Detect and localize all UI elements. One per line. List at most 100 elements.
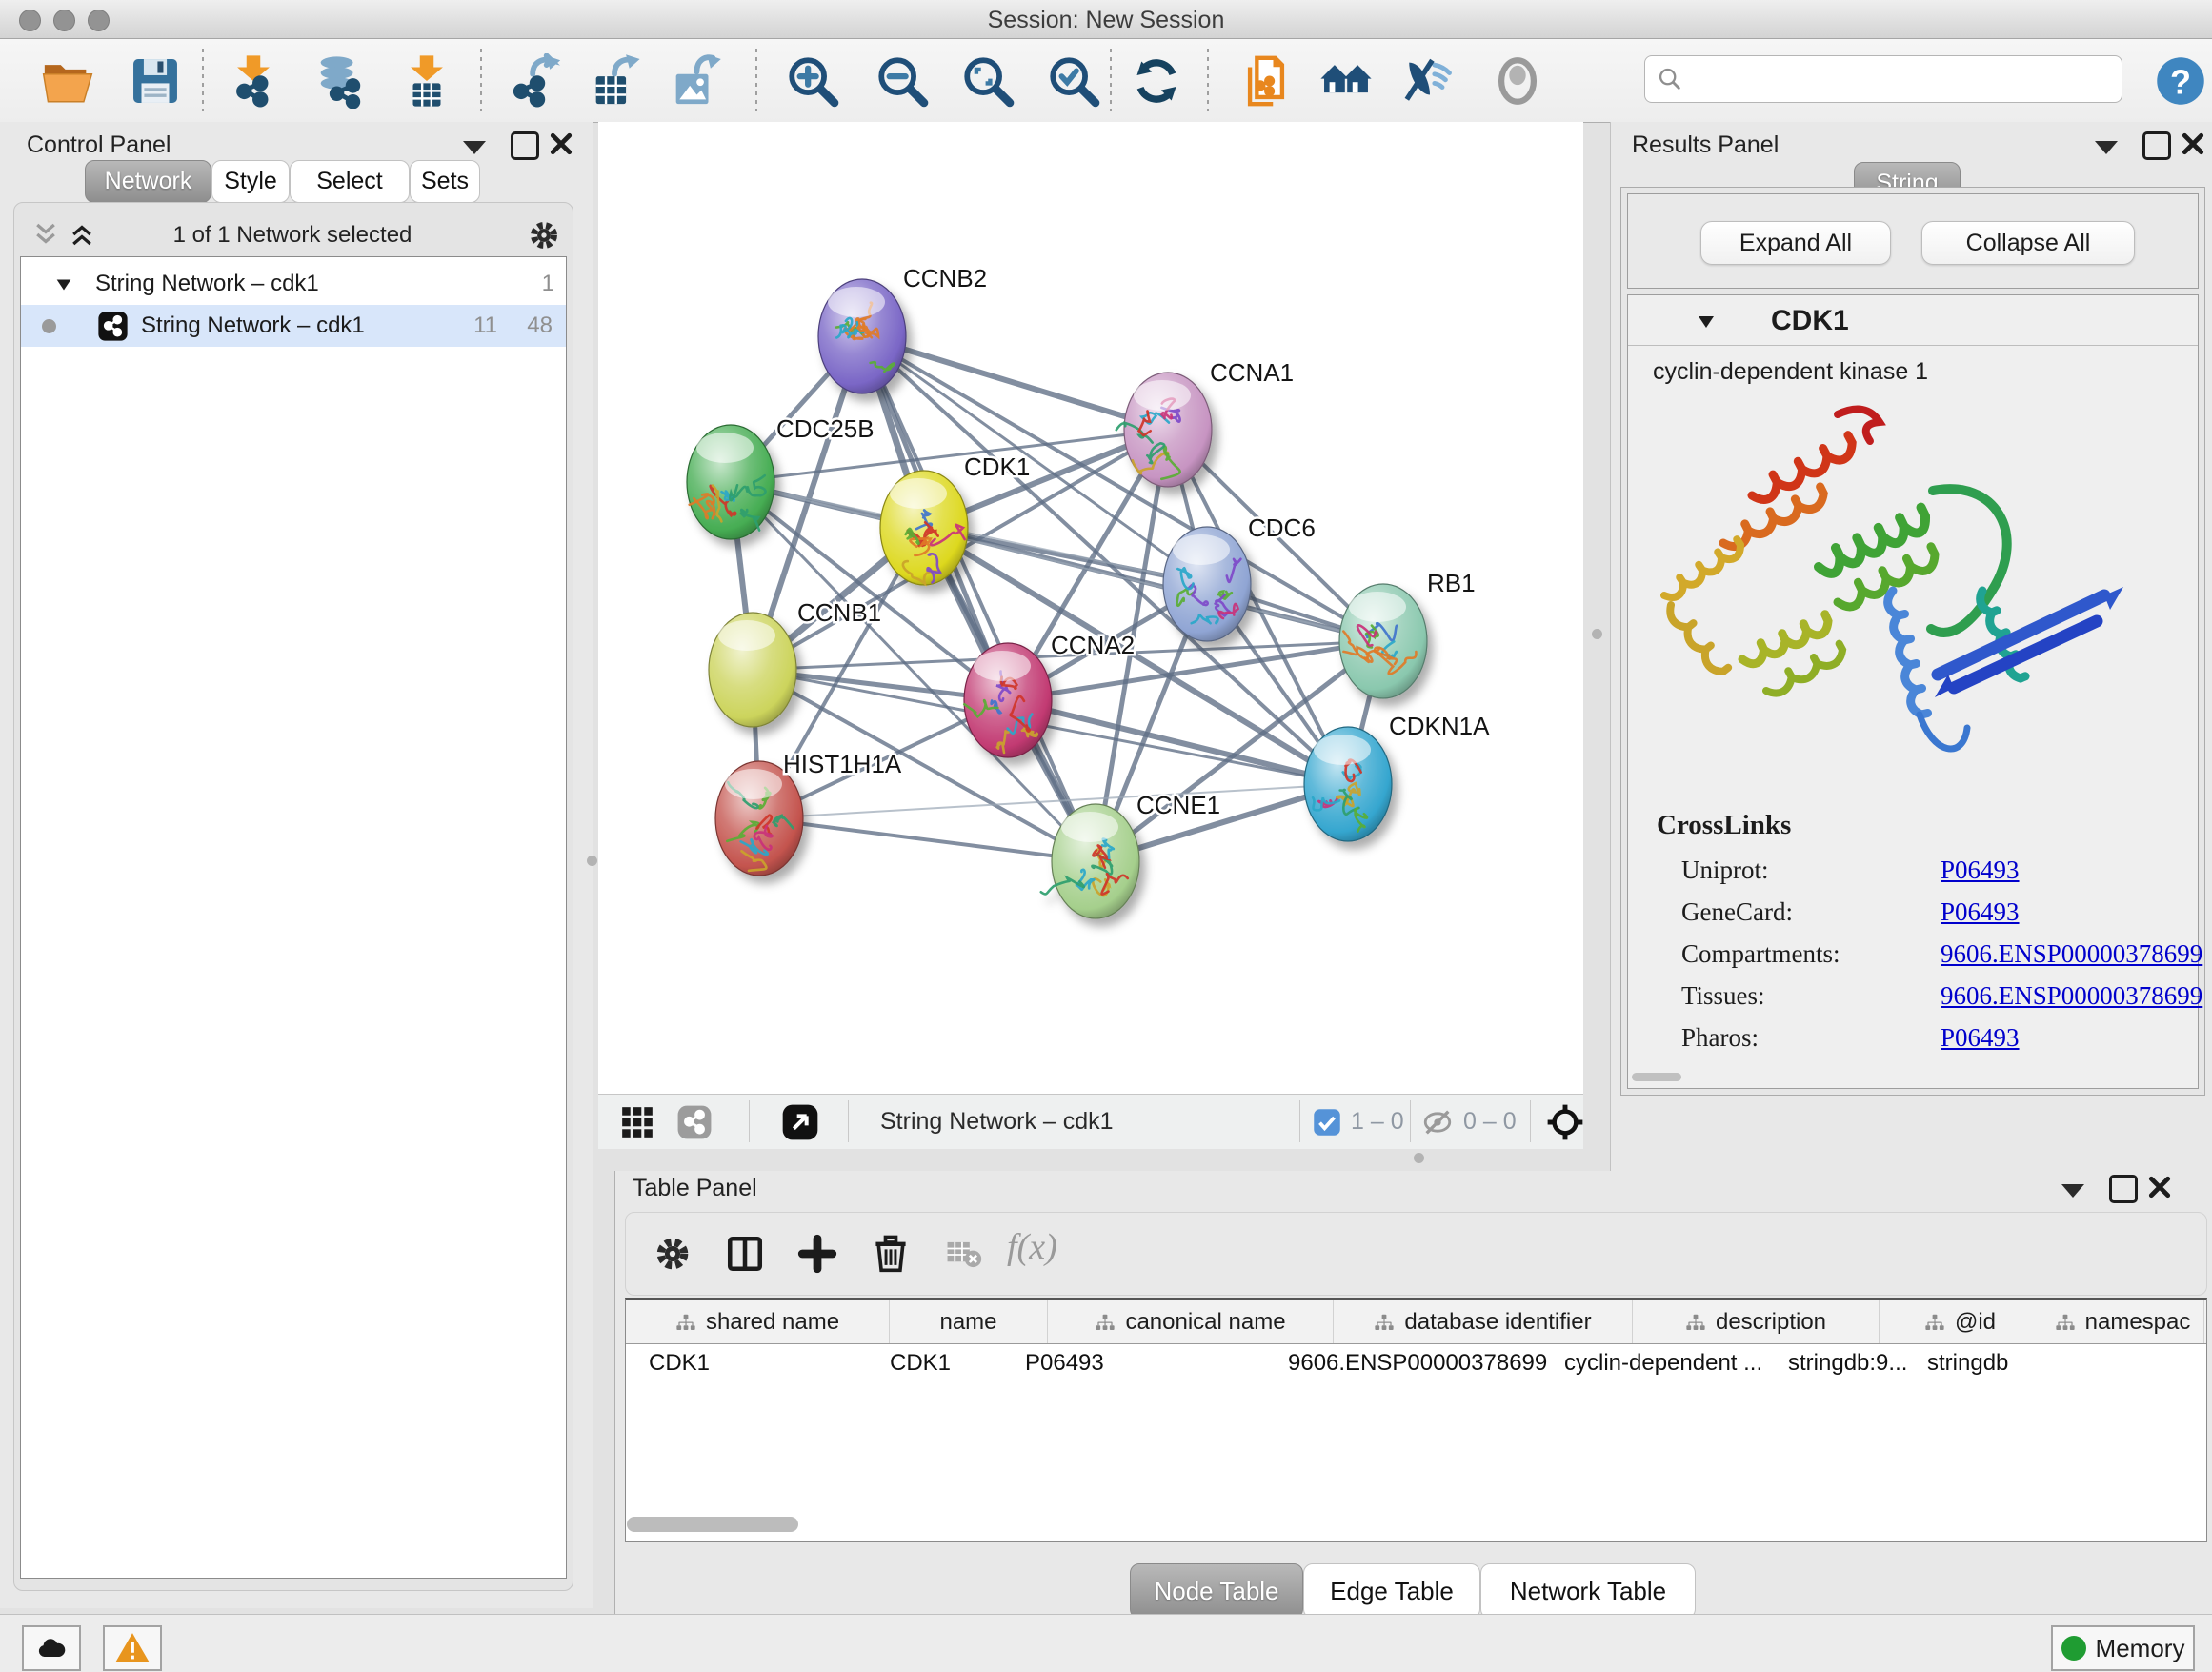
column-header-description[interactable]: description: [1633, 1300, 1880, 1343]
column-header-namespac[interactable]: namespac: [2041, 1300, 2204, 1343]
birdseye-grid-icon[interactable]: [619, 1104, 655, 1140]
splitter-handle[interactable]: [587, 856, 597, 866]
splitter-handle[interactable]: [1414, 1153, 1424, 1163]
table-cell[interactable]: CDK1: [867, 1344, 1002, 1386]
network-node-CDKN1A[interactable]: [1304, 727, 1392, 841]
export-table-icon[interactable]: [587, 53, 642, 109]
network-node-HIST1H1A[interactable]: [715, 761, 803, 876]
network-canvas[interactable]: CCNB2CCNA1CDC25BCDK1CDC6RB1CCNB1CCNA2CDK…: [598, 122, 1583, 1094]
table-cell[interactable]: stringdb:9...: [1765, 1344, 1904, 1386]
crosslink-link[interactable]: 9606.ENSP00000378699: [1941, 939, 2202, 969]
gear-icon[interactable]: [527, 218, 561, 252]
network-view-toolbar: String Network – cdk1 1 – 0 0 – 0: [598, 1094, 1583, 1149]
share-icon[interactable]: [676, 1104, 713, 1140]
zoom-selected-icon[interactable]: [1046, 53, 1101, 109]
zoom-in-icon[interactable]: [785, 53, 840, 109]
network-node-CDC25B[interactable]: [687, 425, 774, 539]
crosslink-link[interactable]: P06493: [1941, 897, 2020, 927]
network-node-CCNB2[interactable]: [818, 279, 906, 393]
maximize-panel-icon[interactable]: [2142, 131, 2171, 160]
collapse-all-button[interactable]: Collapse All: [1921, 221, 2135, 265]
table-cell[interactable]: CDK1: [626, 1344, 867, 1386]
float-panel-icon[interactable]: [463, 141, 486, 154]
hide-graphics-icon[interactable]: [1402, 53, 1458, 109]
open-view-icon[interactable]: [781, 1103, 819, 1141]
float-panel-icon[interactable]: [2095, 141, 2118, 154]
table-row[interactable]: CDK1CDK1P064939606.ENSP00000378699cyclin…: [626, 1344, 2206, 1386]
zoom-out-icon[interactable]: [875, 53, 930, 109]
gear-icon[interactable]: [653, 1234, 693, 1274]
network-row-selected[interactable]: String Network – cdk1 11 48: [21, 305, 566, 347]
homes-icon[interactable]: [1318, 53, 1374, 109]
network-node-CCNB1[interactable]: [709, 613, 796, 727]
help-icon[interactable]: ?: [2155, 55, 2206, 107]
tab-network[interactable]: Network: [85, 160, 211, 203]
memory-button[interactable]: Memory: [2051, 1625, 2195, 1671]
refresh-icon[interactable]: [1129, 53, 1184, 109]
import-network-icon[interactable]: [226, 53, 281, 109]
trash-icon[interactable]: [870, 1232, 912, 1274]
window-title: Session: New Session: [0, 7, 2212, 34]
add-icon[interactable]: [797, 1234, 837, 1274]
network-edge[interactable]: [862, 336, 1096, 861]
fit-target-icon[interactable]: [1545, 1102, 1585, 1142]
export-image-icon[interactable]: [667, 53, 722, 109]
open-session-icon[interactable]: [40, 53, 95, 109]
maximize-panel-icon[interactable]: [511, 131, 539, 160]
network-selection-status: 1 of 1 Network selected: [18, 222, 567, 249]
import-database-icon[interactable]: [312, 53, 367, 109]
zoom-fit-icon[interactable]: [960, 53, 1016, 109]
tab-style[interactable]: Style: [211, 160, 290, 203]
delete-table-icon[interactable]: [946, 1239, 982, 1270]
network-edge[interactable]: [862, 336, 1168, 430]
collapse-section-icon[interactable]: [1695, 311, 1718, 333]
save-session-icon[interactable]: [128, 53, 183, 109]
share-document-icon[interactable]: [1238, 53, 1294, 109]
close-panel-icon[interactable]: [549, 131, 573, 156]
close-panel-icon[interactable]: [2181, 131, 2205, 156]
crosslink-link[interactable]: 9606.ENSP00000378699: [1941, 981, 2202, 1011]
tab-sets[interactable]: Sets: [410, 160, 480, 203]
tab-edge-table[interactable]: Edge Table: [1303, 1563, 1480, 1619]
network-node-CCNA1[interactable]: [1116, 373, 1212, 487]
show-graphics-icon[interactable]: [1490, 53, 1545, 109]
network-edge[interactable]: [759, 818, 1096, 861]
column-header-canonical-name[interactable]: canonical name: [1048, 1300, 1334, 1343]
table-cell[interactable]: stringdb: [1904, 1344, 2044, 1386]
column-header-shared-name[interactable]: shared name: [626, 1300, 890, 1343]
gene-section-header[interactable]: CDK1: [1628, 295, 2198, 346]
function-icon[interactable]: f(x): [1007, 1226, 1057, 1268]
columns-icon[interactable]: [725, 1234, 765, 1274]
column-header--id[interactable]: @id: [1880, 1300, 2041, 1343]
splitter-handle[interactable]: [1592, 629, 1602, 639]
column-header-name[interactable]: name: [890, 1300, 1048, 1343]
float-panel-icon[interactable]: [2061, 1184, 2084, 1198]
table-cell[interactable]: cyclin-dependent ...: [1541, 1344, 1765, 1386]
close-panel-icon[interactable]: [2147, 1175, 2172, 1199]
tab-node-table[interactable]: Node Table: [1130, 1563, 1303, 1619]
horizontal-scrollbar[interactable]: [627, 1517, 798, 1532]
tab-network-table[interactable]: Network Table: [1480, 1563, 1696, 1619]
cloud-button[interactable]: [22, 1625, 81, 1671]
selected-checkbox-icon[interactable]: [1313, 1108, 1341, 1137]
column-header-database-identifier[interactable]: database identifier: [1334, 1300, 1633, 1343]
network-collection-row[interactable]: String Network – cdk1 1: [21, 263, 566, 305]
tree-expander-icon[interactable]: [53, 274, 74, 295]
network-node-CDC6[interactable]: [1163, 527, 1251, 641]
import-table-icon[interactable]: [399, 53, 454, 109]
crosslink-link[interactable]: P06493: [1941, 856, 2020, 885]
warning-button[interactable]: [103, 1625, 162, 1671]
expand-all-button[interactable]: Expand All: [1700, 221, 1891, 265]
gene-symbol: CDK1: [1771, 305, 1849, 337]
table-cell[interactable]: 9606.ENSP00000378699: [1265, 1344, 1541, 1386]
search-input[interactable]: [1691, 60, 2114, 96]
network-node-RB1[interactable]: [1339, 584, 1427, 698]
maximize-panel-icon[interactable]: [2109, 1175, 2138, 1203]
export-network-icon[interactable]: [510, 53, 565, 109]
table-cell[interactable]: P06493: [1002, 1344, 1265, 1386]
network-node-CDK1[interactable]: [880, 471, 968, 585]
network-node-CCNA2[interactable]: [964, 643, 1052, 757]
horizontal-scrollbar[interactable]: [1632, 1073, 1681, 1081]
crosslink-link[interactable]: P06493: [1941, 1023, 2020, 1053]
tab-select[interactable]: Select: [290, 160, 410, 203]
